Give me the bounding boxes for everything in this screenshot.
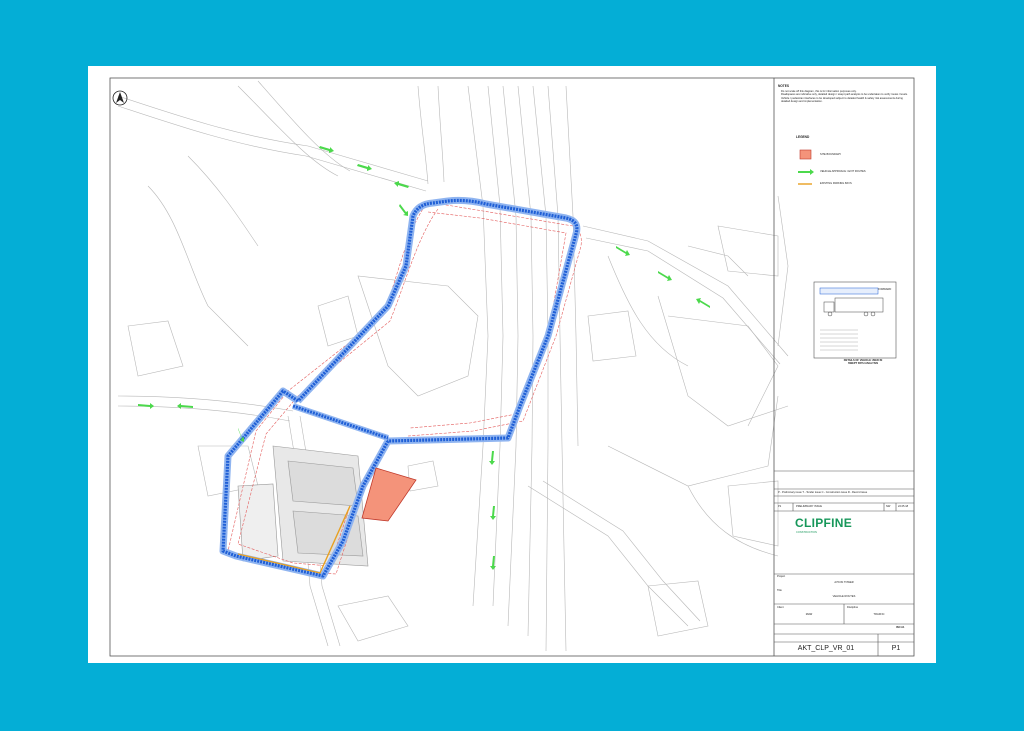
sheet-size: ISO A1 (896, 626, 905, 629)
company-sub: CONSTRUCTION (796, 531, 817, 534)
project-label: Project (777, 575, 786, 578)
notes-list: Do not scale off this diagram, this is f… (781, 90, 909, 104)
client-label: Client (777, 606, 784, 609)
legend-swatch-arrow (798, 169, 814, 175)
client-name: MHW (805, 613, 813, 616)
title-label: Title (777, 589, 782, 592)
note-item: Vehicle / pedestrian interfaces to be de… (781, 96, 903, 104)
rev-by: NW (886, 505, 891, 508)
revision: P1 (891, 645, 901, 652)
legend-label-arrows: VEHICLE APPROACH / EXIT ROUTES (820, 170, 866, 173)
legend-label-site: SITE BOUNDARY (820, 153, 842, 156)
status-key: P - Preliminary issue T - Tender issue C… (778, 491, 868, 494)
drawing-sheet: NOTES Do not scale off this diagram, thi… (88, 66, 936, 663)
vehicle-caption-line2: SWEPT PATH ANALYSIS (847, 362, 879, 366)
project-name: AYKON TOWER (834, 581, 854, 584)
legend-label-parking: EXISTING PARKING BAYS (820, 182, 852, 185)
drawing-border (109, 77, 915, 657)
notes-heading: NOTES (778, 84, 789, 88)
rev-date: 22.05.18 (898, 505, 909, 508)
rev-description: PRELIMINARY ISSUE (796, 505, 822, 508)
vehicle-route (219, 196, 581, 580)
company-logo: CLIPFINE (795, 516, 853, 530)
buildings (237, 445, 369, 567)
forward-label: FORWARD (878, 288, 892, 291)
legend-heading: LEGEND (796, 135, 810, 139)
drawing-title: VEHICLE ROUTES (832, 595, 856, 598)
discipline-label: Discipline (847, 606, 859, 609)
drawing-number: AKT_CLP_VR_01 (797, 645, 855, 652)
discipline-name: TRAFFIC (873, 613, 885, 616)
rev-cell: P1 (778, 505, 782, 508)
base-map-linework (117, 80, 789, 652)
vehicle-caption: DETAILS OF VEHICLE USED IN SWEPT PATH AN… (818, 359, 908, 366)
vehicle-detail-box (813, 281, 897, 359)
legend-swatch-site (799, 149, 812, 160)
site-map (109, 77, 915, 657)
